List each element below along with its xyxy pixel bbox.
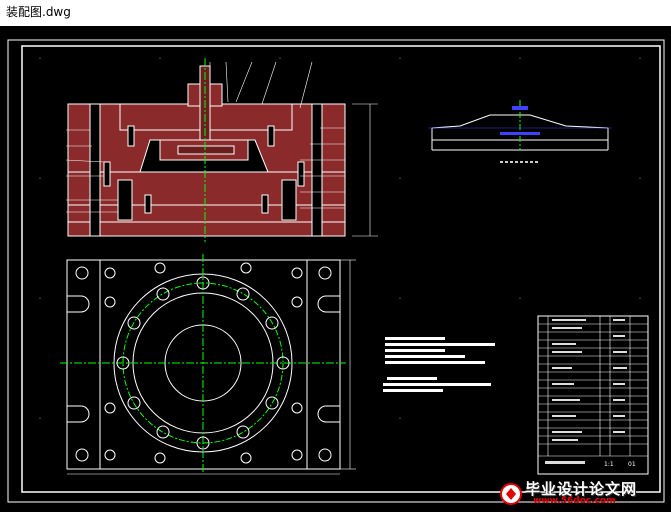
- title-block-scale: 1:1: [604, 461, 614, 468]
- document-tab-bar: 装配图.dwg: [0, 0, 671, 24]
- section-view: [65, 58, 378, 242]
- title-block-sheet: 01: [628, 461, 636, 468]
- watermark-url: www.56doc.com: [533, 496, 616, 506]
- site-logo-icon: [500, 483, 522, 505]
- title-block: 1:1 01: [537, 315, 649, 475]
- watermark: 毕业设计论文网 www.56doc.com: [495, 480, 665, 510]
- technical-notes: [383, 337, 495, 392]
- part-detail-view: [428, 100, 612, 163]
- drawing-canvas[interactable]: 1:1 01 毕业设计论文网 www.56doc.com: [0, 26, 671, 512]
- document-title[interactable]: 装配图.dwg: [6, 3, 71, 20]
- cad-drawing: 1:1 01: [7, 39, 665, 503]
- plan-view: [60, 254, 356, 475]
